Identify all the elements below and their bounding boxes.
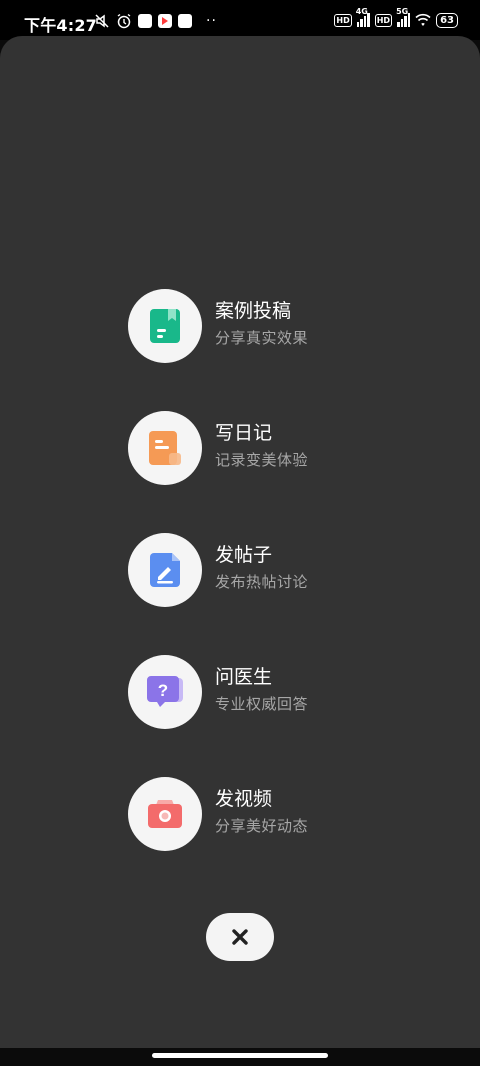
svg-text:?: ? xyxy=(158,681,168,700)
menu-item-texts: 问医生 专业权威回答 xyxy=(215,665,308,714)
menu-item-texts: 发帖子 发布热帖讨论 xyxy=(215,543,308,592)
icon-circle xyxy=(128,289,202,363)
app-notification-icon xyxy=(178,14,192,28)
more-notifications-icon: ·· xyxy=(206,13,217,29)
menu-item-post-video[interactable]: 发视频 分享美好动态 xyxy=(128,777,428,851)
close-button[interactable] xyxy=(206,913,274,961)
diary-icon xyxy=(149,431,181,465)
menu-item-title: 问医生 xyxy=(215,666,273,688)
camera-icon xyxy=(148,800,182,828)
icon-circle: ? xyxy=(128,655,202,729)
menu-item-title: 发帖子 xyxy=(215,544,273,566)
menu-item-subtitle: 记录变美体验 xyxy=(215,451,309,469)
edit-post-icon xyxy=(150,553,180,587)
notification-icons: ·· xyxy=(94,13,217,29)
video-app-icon xyxy=(158,14,172,28)
signal-icon: 4G xyxy=(356,7,370,27)
network-type-label: 5G xyxy=(396,7,409,16)
menu-item-subtitle: 分享美好动态 xyxy=(215,817,309,835)
signal-icon: 5G xyxy=(396,7,411,27)
bookmark-doc-icon xyxy=(150,309,180,343)
status-bar: 下午4:27 ·· HD 4G HD 5G 63 xyxy=(0,0,480,40)
system-status: HD 4G HD 5G 63 xyxy=(334,7,458,28)
icon-circle xyxy=(128,777,202,851)
menu-item-subtitle: 发布热帖讨论 xyxy=(215,573,309,591)
question-bubble-icon: ? xyxy=(147,676,183,707)
close-icon xyxy=(232,929,248,945)
mute-icon xyxy=(94,13,110,29)
icon-circle xyxy=(128,533,202,607)
battery-indicator: 63 xyxy=(436,12,458,28)
menu-item-title: 写日记 xyxy=(215,422,273,444)
menu-item-texts: 写日记 记录变美体验 xyxy=(215,421,308,470)
menu-item-create-post[interactable]: 发帖子 发布热帖讨论 xyxy=(128,533,428,607)
menu-item-subtitle: 分享真实效果 xyxy=(215,329,309,347)
menu-item-subtitle: 专业权威回答 xyxy=(215,695,309,713)
icon-circle xyxy=(128,411,202,485)
alarm-icon xyxy=(116,13,132,29)
menu-item-title: 案例投稿 xyxy=(215,300,292,322)
home-indicator[interactable] xyxy=(152,1053,328,1058)
status-time: 下午4:27 xyxy=(24,16,97,35)
app-notification-icon xyxy=(138,14,152,28)
menu-item-write-diary[interactable]: 写日记 记录变美体验 xyxy=(128,411,428,485)
network-type-label: 4G xyxy=(355,7,368,16)
menu-item-title: 发视频 xyxy=(215,788,273,810)
menu-item-texts: 案例投稿 分享真实效果 xyxy=(215,299,308,348)
hd-badge: HD xyxy=(334,13,352,27)
menu-item-case-submission[interactable]: 案例投稿 分享真实效果 xyxy=(128,289,428,363)
wifi-icon xyxy=(415,12,431,28)
hd-badge: HD xyxy=(374,13,393,27)
menu-item-texts: 发视频 分享美好动态 xyxy=(215,787,308,836)
menu-item-ask-doctor[interactable]: ? 问医生 专业权威回答 xyxy=(128,655,428,729)
